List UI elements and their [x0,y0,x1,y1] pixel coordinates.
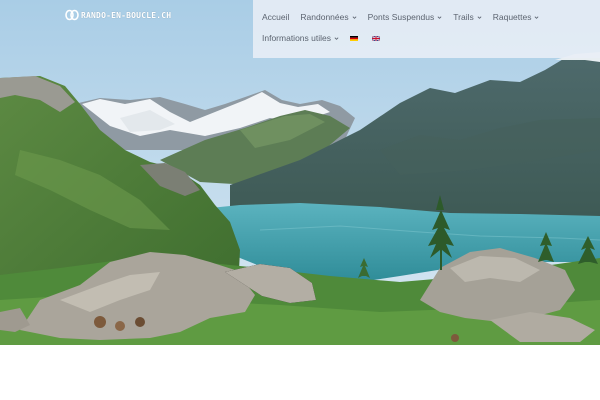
nav-row-primary: Accueil Randonnées Ponts Suspendus Trail… [262,12,550,22]
nav-item-label: Randonnées [300,12,349,22]
nav-item-label: Accueil [262,12,290,22]
site-logo[interactable]: RANDO-EN-BOUCLE.CH [65,9,171,21]
german-flag-icon[interactable] [349,35,358,41]
chevron-down-icon [352,15,357,19]
nav-item-randonnees[interactable]: Randonnées [300,12,357,22]
chevron-down-icon [535,15,539,19]
nav-row-secondary: Informations utiles [262,33,394,43]
chevron-down-icon [437,15,442,19]
logo-text: RANDO-EN-BOUCLE.CH [81,10,172,20]
nav-item-accueil[interactable]: Accueil [262,12,289,22]
main-navigation: Accueil Randonnées Ponts Suspendus Trail… [253,0,600,58]
page-content [0,345,600,400]
nav-item-label: Raquettes [492,12,532,22]
loop-logo-icon [65,9,79,21]
nav-item-label: Trails [453,12,474,22]
nav-item-informations-utiles[interactable]: Informations utiles [262,33,339,43]
nav-item-raquettes[interactable]: Raquettes [493,12,540,22]
nav-item-label: Ponts Suspendus [367,12,435,22]
chevron-down-icon [477,15,482,19]
nav-item-label: Informations utiles [262,33,331,43]
chevron-down-icon [334,36,339,40]
nav-item-trails[interactable]: Trails [453,12,482,22]
page: RANDO-EN-BOUCLE.CH Accueil Randonnées Po… [0,0,600,400]
uk-flag-icon[interactable] [371,35,380,41]
nav-item-ponts-suspendus[interactable]: Ponts Suspendus [368,12,443,22]
